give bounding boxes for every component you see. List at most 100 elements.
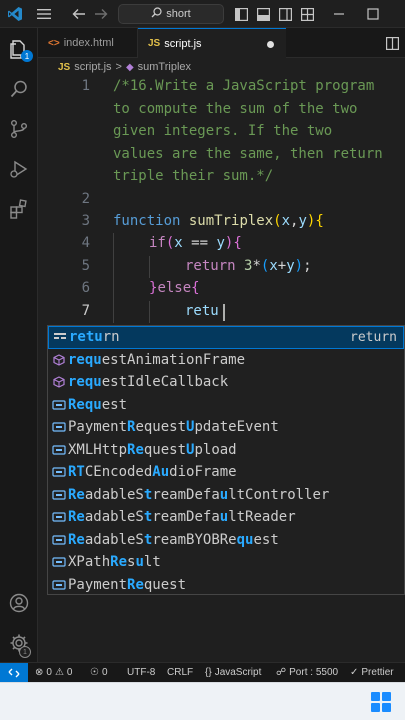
autocomplete-suggestions[interactable]: return return requestAnimationFrame request… <box>47 325 405 595</box>
source-control-icon[interactable] <box>0 110 38 148</box>
suggestion-detail: return <box>350 329 397 345</box>
arrow-right-icon[interactable] <box>92 4 110 24</box>
suggestion-item[interactable]: Request <box>48 394 404 417</box>
code-line: return 3*(x+y); <box>185 258 312 274</box>
breadcrumb: JS script.js > ◆ sumTriplex <box>38 58 405 76</box>
suggestion-label: ReadableStreamDefaultReader <box>68 509 296 526</box>
title-bar: short <box>0 0 405 28</box>
breadcrumb-symbol[interactable]: sumTriplex <box>138 61 191 73</box>
broadcast-icon: ☉ <box>90 667 99 678</box>
search-icon[interactable] <box>0 70 38 108</box>
settings-gear-icon[interactable]: 1 <box>0 624 38 662</box>
suggestion-label: PaymentRequest <box>68 576 187 593</box>
breadcrumb-file[interactable]: script.js <box>74 61 111 73</box>
ports-indicator[interactable]: ☉ 0 <box>90 663 108 682</box>
code-line: given integers. If the two <box>113 123 333 139</box>
language-label: JavaScript <box>214 667 262 678</box>
extensions-icon[interactable] <box>0 190 38 228</box>
indent-guide <box>149 301 150 323</box>
suggestion-item[interactable]: requestAnimationFrame <box>48 349 404 372</box>
code-line: function sumTriplex(x,y){ <box>113 213 324 229</box>
variable-icon <box>50 488 68 502</box>
suggestion-item[interactable]: ReadableStreamDefaultController <box>48 484 404 507</box>
line-number: 4 <box>81 235 90 251</box>
variable-icon <box>50 555 68 569</box>
customize-layout-icon[interactable] <box>298 4 316 24</box>
code-line: retu <box>185 303 219 319</box>
encoding-indicator[interactable]: UTF-8 <box>127 663 155 682</box>
language-indicator[interactable]: {} JavaScript <box>205 663 261 682</box>
indent-guide <box>149 256 150 278</box>
suggestion-item[interactable]: PaymentRequestUpdateEvent <box>48 416 404 439</box>
suggestion-item[interactable]: RTCEncodedAudioFrame <box>48 461 404 484</box>
double-check-icon: ✓ <box>350 667 359 678</box>
tab-script-js[interactable]: JS script.js <box>138 28 286 58</box>
line-number: 7 <box>81 303 90 319</box>
menu-icon[interactable] <box>34 4 54 24</box>
line-number: 5 <box>81 258 90 274</box>
suggestion-item[interactable]: PaymentRequest <box>48 574 404 597</box>
run-debug-icon[interactable] <box>0 150 38 188</box>
tab-index-html[interactable]: <> index.html <box>38 28 138 58</box>
function-symbol-icon: ◆ <box>125 61 134 73</box>
problems-indicator[interactable]: ⊗ 0 ⚠ 0 <box>35 663 72 682</box>
port-label: Port : 5500 <box>289 667 339 678</box>
line-number: 6 <box>81 280 90 296</box>
command-center-search[interactable]: short <box>118 4 224 24</box>
explorer-badge: 1 <box>21 50 33 62</box>
toggle-sidebar-icon[interactable] <box>232 4 250 24</box>
tab-label: index.html <box>63 37 114 49</box>
ports-count: 0 <box>101 667 108 678</box>
status-bar: ⊗ 0 ⚠ 0 ☉ 0 UTF-8 CRLF {} JavaScript ☍ P… <box>0 662 405 682</box>
warning-count: 0 <box>66 667 73 678</box>
suggestion-item[interactable]: ReadableStreamBYOBRequest <box>48 529 404 552</box>
os-taskbar <box>0 682 405 720</box>
suggestion-item[interactable]: requestIdleCallback <box>48 371 404 394</box>
prettier-indicator[interactable]: ✓ Prettier <box>350 663 394 682</box>
code-line: values are the same, then return <box>113 146 383 162</box>
line-number: 3 <box>81 213 90 229</box>
suggestion-label: requestAnimationFrame <box>68 351 246 368</box>
minimize-icon[interactable] <box>330 4 348 24</box>
js-file-icon: JS <box>58 61 71 73</box>
explorer-icon[interactable]: 1 <box>0 30 38 68</box>
suggestion-label: RTCEncodedAudioFrame <box>68 464 237 481</box>
suggestion-label: PaymentRequestUpdateEvent <box>68 419 279 436</box>
remote-indicator-icon[interactable] <box>0 663 28 682</box>
variable-icon <box>50 533 68 547</box>
prettier-label: Prettier <box>361 667 394 678</box>
breadcrumb-separator: > <box>115 61 122 73</box>
variable-icon <box>50 465 68 479</box>
tab-label: script.js <box>164 37 202 50</box>
suggestion-item[interactable]: XPathResult <box>48 551 404 574</box>
variable-icon <box>50 510 68 524</box>
arrow-left-icon[interactable] <box>70 4 88 24</box>
suggestion-label: requestIdleCallback <box>68 374 229 391</box>
windows-start-icon[interactable] <box>371 692 391 712</box>
eol-indicator[interactable]: CRLF <box>167 663 193 682</box>
maximize-icon[interactable] <box>364 4 382 24</box>
suggestion-label: ReadableStreamBYOBRequest <box>68 531 279 548</box>
split-editor-icon[interactable] <box>383 33 401 53</box>
account-icon[interactable] <box>0 584 38 622</box>
editor-tabs: <> index.html JS script.js <box>38 28 405 58</box>
variable-icon <box>50 443 68 457</box>
suggestion-item[interactable]: ReadableStreamDefaultReader <box>48 506 404 529</box>
keyword-icon <box>51 330 69 344</box>
text-cursor <box>223 304 225 321</box>
suggestion-item[interactable]: XMLHttpRequestUpload <box>48 439 404 462</box>
suggestion-label: XPathResult <box>68 554 161 571</box>
code-line: if(x == y){ <box>149 235 242 251</box>
toggle-secondary-sidebar-icon[interactable] <box>276 4 294 24</box>
toggle-panel-icon[interactable] <box>254 4 272 24</box>
line-number: 1 <box>81 78 90 94</box>
search-box-text: short <box>166 8 191 20</box>
suggestion-item[interactable]: return return <box>48 326 404 349</box>
line-number: 2 <box>81 191 90 207</box>
live-server-indicator[interactable]: ☍ Port : 5500 <box>276 663 338 682</box>
vscode-logo-icon <box>6 4 24 24</box>
error-count: 0 <box>46 667 52 678</box>
warning-icon: ⚠ <box>54 667 64 678</box>
code-line: triple their sum.*/ <box>113 168 274 184</box>
unsaved-dot-icon[interactable] <box>267 41 274 48</box>
